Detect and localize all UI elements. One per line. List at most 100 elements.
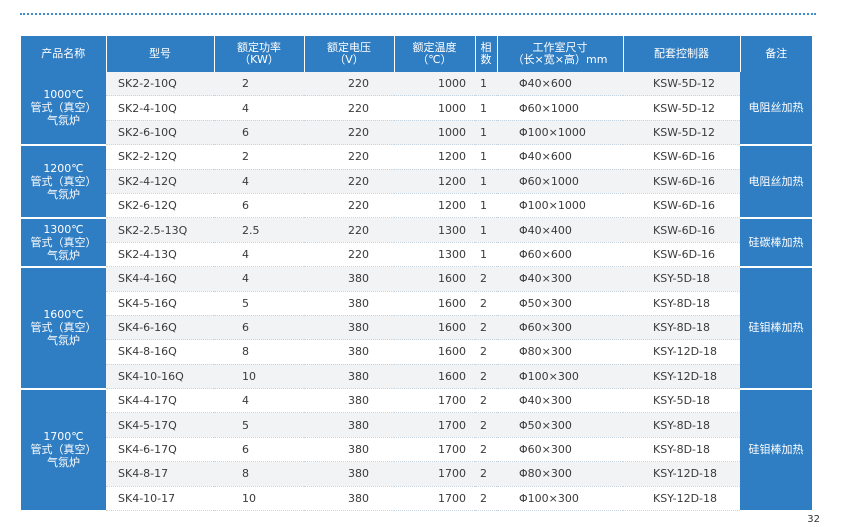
cell-voltage: 220 <box>304 242 394 268</box>
cell-phase: 1 <box>475 72 497 97</box>
cell-phase: 2 <box>475 388 497 414</box>
table-header-row: 产品名称 型号 额定功率 （KW） 额定电压 （V） 额定温度 （℃） 相 数 … <box>21 36 812 72</box>
category-line: 管式（真空） <box>30 443 97 457</box>
cell-voltage: 220 <box>304 217 394 243</box>
cell-power: 2 <box>214 144 304 170</box>
header-voltage-unit: （V） <box>334 53 364 66</box>
category-line: 气氛炉 <box>47 248 80 262</box>
table-row: SK4-5-17Q 5 380 1700 2 Φ50×300 KSY-8D-18 <box>21 412 812 438</box>
cell-chamber-size: Φ60×300 <box>497 315 623 341</box>
cell-voltage: 380 <box>304 486 394 512</box>
table-row: SK2-6-12Q 6 220 1200 1 Φ100×1000 KSW-6D-16 <box>21 193 812 219</box>
cell-voltage: 380 <box>304 291 394 316</box>
cell-model: SK4-6-17Q <box>106 437 214 463</box>
header-note: 备注 <box>740 36 812 72</box>
table-row: SK2-6-10Q 6 220 1000 1 Φ100×1000 KSW-5D-12 <box>21 120 812 146</box>
cell-temperature: 1700 <box>394 412 475 438</box>
cell-model: SK2-4-12Q <box>106 169 214 194</box>
cell-phase: 1 <box>475 193 497 219</box>
cell-power: 8 <box>214 461 304 487</box>
cell-controller: KSW-5D-12 <box>623 95 740 121</box>
header-temperature: 额定温度 （℃） <box>394 36 476 72</box>
category-line: 1600℃ <box>43 308 84 322</box>
cell-voltage: 220 <box>304 144 394 170</box>
cell-temperature: 1200 <box>394 193 475 219</box>
header-power: 额定功率 （KW） <box>214 36 305 72</box>
cell-temperature: 1600 <box>394 339 475 365</box>
cell-temperature: 1700 <box>394 461 475 487</box>
table-row: SK2-4-13Q 4 220 1300 1 Φ60×600 KSW-6D-16 <box>21 242 812 268</box>
cell-phase: 2 <box>475 437 497 463</box>
cell-controller: KSY-5D-18 <box>623 266 740 292</box>
category-cell: 1200℃ 管式（真空） 气氛炉 <box>21 144 106 219</box>
cell-phase: 2 <box>475 339 497 365</box>
cell-controller: KSW-6D-16 <box>623 217 740 243</box>
cell-temperature: 1000 <box>394 95 475 121</box>
header-model: 型号 <box>106 36 215 72</box>
cell-model: SK4-5-16Q <box>106 291 214 316</box>
note-cell: 硅碳棒加热 <box>740 217 812 268</box>
cell-model: SK2-2-10Q <box>106 72 214 97</box>
cell-controller: KSY-12D-18 <box>623 461 740 487</box>
table-row: 1000℃ 管式（真空） 气氛炉 SK2-2-10Q 2 220 1000 1 Φ40×600 K… <box>21 72 812 146</box>
cell-controller: KSY-8D-18 <box>623 315 740 341</box>
cell-model: SK2-4-13Q <box>106 242 214 268</box>
header-chamber-unit: （长×宽×高）mm <box>512 53 608 66</box>
cell-voltage: 380 <box>304 388 394 414</box>
table-row: SK4-8-17 8 380 1700 2 Φ80×300 KSY-12D-18 <box>21 461 812 487</box>
table-row: 1200℃ 管式（真空） 气氛炉 SK2-2-12Q 2 220 1200 1 Φ40×600 K… <box>21 144 812 219</box>
cell-voltage: 380 <box>304 339 394 365</box>
header-chamber: 工作室尺寸 （长×宽×高）mm <box>497 36 624 72</box>
header-temperature-unit: （℃） <box>417 53 452 66</box>
cell-controller: KSW-6D-16 <box>623 193 740 219</box>
note-cell: 电阻丝加热 <box>740 72 812 146</box>
header-phase: 相 数 <box>475 36 498 72</box>
cell-chamber-size: Φ40×300 <box>497 266 623 292</box>
cell-power: 4 <box>214 242 304 268</box>
category-line: 管式（真空） <box>30 174 97 188</box>
category-line: 气氛炉 <box>47 334 80 348</box>
cell-controller: KSY-5D-18 <box>623 388 740 414</box>
cell-chamber-size: Φ40×600 <box>497 72 623 97</box>
cell-phase: 1 <box>475 144 497 170</box>
cell-chamber-size: Φ100×1000 <box>497 193 623 219</box>
cell-model: SK4-5-17Q <box>106 412 214 438</box>
cell-phase: 1 <box>475 217 497 243</box>
cell-power: 6 <box>214 193 304 219</box>
category-line: 1700℃ <box>43 430 84 444</box>
cell-chamber-size: Φ40×600 <box>497 144 623 170</box>
note-cell: 硅钼棒加热 <box>740 266 812 390</box>
cell-temperature: 1600 <box>394 315 475 341</box>
cell-phase: 1 <box>475 242 497 268</box>
cell-model: SK4-6-16Q <box>106 315 214 341</box>
cell-power: 2.5 <box>214 217 304 243</box>
cell-phase: 2 <box>475 266 497 292</box>
cell-model: SK4-10-17 <box>106 486 214 512</box>
cell-temperature: 1200 <box>394 169 475 194</box>
table-row: SK4-10-17 10 380 1700 2 Φ100×300 KSY-12D-18 <box>21 486 812 512</box>
category-line: 1000℃ <box>43 88 84 102</box>
category-line: 气氛炉 <box>47 114 80 128</box>
cell-voltage: 380 <box>304 266 394 292</box>
cell-power: 4 <box>214 266 304 292</box>
cell-controller: KSW-5D-12 <box>623 120 740 146</box>
table-row: SK4-6-17Q 6 380 1700 2 Φ60×300 KSY-8D-18 <box>21 437 812 463</box>
cell-power: 4 <box>214 388 304 414</box>
cell-controller: KSY-12D-18 <box>623 364 740 390</box>
product-spec-table: 产品名称 型号 额定功率 （KW） 额定电压 （V） 额定温度 （℃） 相 数 … <box>21 36 812 512</box>
cell-temperature: 1700 <box>394 486 475 512</box>
cell-controller: KSY-12D-18 <box>623 339 740 365</box>
cell-chamber-size: Φ60×600 <box>497 242 623 268</box>
cell-temperature: 1000 <box>394 120 475 146</box>
cell-temperature: 1600 <box>394 266 475 292</box>
cell-power: 6 <box>214 315 304 341</box>
cell-chamber-size: Φ60×1000 <box>497 95 623 121</box>
cell-voltage: 220 <box>304 193 394 219</box>
cell-chamber-size: Φ60×300 <box>497 437 623 463</box>
cell-phase: 2 <box>475 461 497 487</box>
cell-power: 5 <box>214 412 304 438</box>
category-line: 1200℃ <box>43 161 84 175</box>
cell-phase: 2 <box>475 291 497 316</box>
table-row: SK4-6-16Q 6 380 1600 2 Φ60×300 KSY-8D-18 <box>21 315 812 341</box>
cell-controller: KSW-6D-16 <box>623 144 740 170</box>
